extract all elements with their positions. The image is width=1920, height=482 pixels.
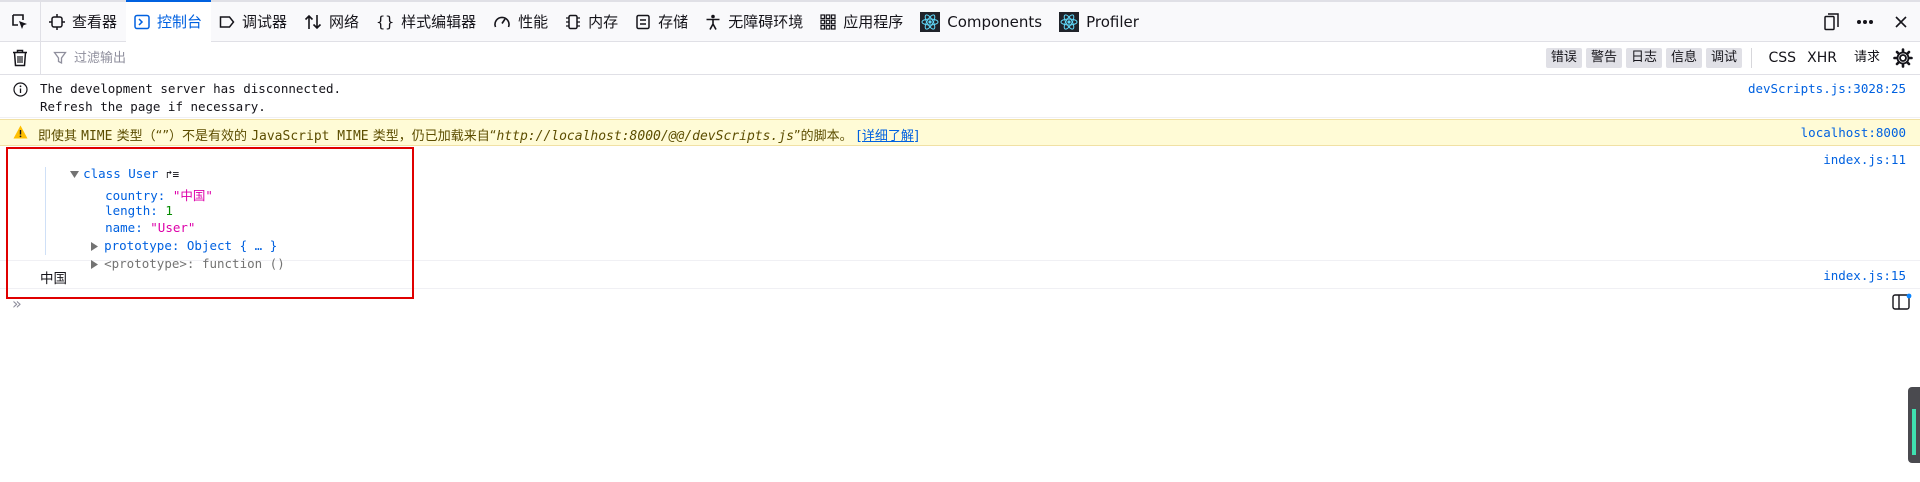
warning-icon (13, 125, 28, 139)
tab-profiler-label: Profiler (1086, 12, 1139, 31)
filter-icon (53, 51, 67, 65)
close-icon (1895, 16, 1907, 28)
tab-application[interactable]: 应用程序 (812, 2, 912, 42)
warning-js-mime-code: JavaScript MIME (251, 129, 369, 144)
tab-components-label: Components (947, 12, 1043, 31)
info-icon (13, 82, 28, 97)
filter-debug-button[interactable]: 调试 (1705, 48, 1742, 68)
console-message-info: The development server has disconnected.… (0, 77, 1920, 118)
warning-text-part4: ”的脚本。 (793, 129, 853, 144)
warning-mime-code: MIME (81, 129, 113, 144)
warning-text-part3: 类型，仍已加载来自“ (368, 129, 497, 144)
filter-info-button[interactable]: 信息 (1665, 48, 1702, 68)
element-picker-button[interactable] (0, 1, 41, 42)
tab-components[interactable]: Components (912, 2, 1051, 42)
split-editor-icon (1892, 293, 1912, 310)
react-icon (920, 11, 941, 32)
filter-xhr-button[interactable]: XHR (1807, 48, 1837, 68)
clear-console-button[interactable] (0, 42, 41, 74)
filter-errors-button[interactable]: 错误 (1545, 48, 1582, 68)
performance-icon (494, 16, 510, 27)
editor-mode-toggle-button[interactable] (1892, 293, 1912, 315)
tab-console[interactable]: 控制台 (126, 0, 212, 42)
tab-memory-label: 内存 (588, 13, 619, 31)
network-icon (304, 14, 322, 29)
ellipsis-icon (1857, 20, 1873, 24)
tab-network[interactable]: 网络 (296, 2, 368, 42)
log-source-link[interactable]: index.js:15 (1823, 268, 1906, 283)
memory-icon (566, 14, 581, 29)
log-message-text: 中国 (40, 271, 67, 287)
prop-value: "中国" (172, 188, 213, 203)
tab-storage[interactable]: 存储 (627, 2, 697, 42)
filter-output-input[interactable] (72, 49, 336, 67)
warning-url: http://localhost:8000/@@/devScripts.js (496, 129, 794, 144)
tab-memory[interactable]: 内存 (557, 2, 627, 42)
filter-divider (1751, 48, 1752, 68)
info-message-line2: Refresh the page if necessary. (40, 99, 266, 114)
filter-requests-button[interactable]: 请求 (1854, 48, 1880, 68)
toolbar-right-controls (1814, 2, 1920, 42)
tab-inspector-label: 查看器 (72, 13, 118, 31)
console-filter-bar: 错误 警告 日志 信息 调试 CSS XHR 请求 (0, 42, 1920, 75)
devtools-toolbar: 查看器 控制台 调试器 网络 {} 样式编辑器 性能 内存 存储 无障碍环境 应… (0, 0, 1920, 42)
filter-logs-button[interactable]: 日志 (1625, 48, 1662, 68)
object-source-link[interactable]: index.js:11 (1823, 152, 1906, 167)
tab-storage-label: 存储 (658, 13, 689, 31)
trash-icon (13, 49, 27, 67)
learn-more-link[interactable]: [详细了解] (857, 129, 919, 144)
tab-style-editor[interactable]: {} 样式编辑器 (368, 2, 485, 42)
storage-icon (636, 14, 650, 29)
tab-debugger-label: 调试器 (242, 13, 288, 31)
react-icon (1059, 11, 1080, 32)
console-settings-button[interactable] (1892, 47, 1914, 69)
tab-profiler[interactable]: Profiler (1051, 2, 1148, 42)
tab-application-label: 应用程序 (843, 13, 904, 31)
log-level-filters: 错误 警告 日志 信息 调试 (1542, 48, 1742, 68)
filter-css-button[interactable]: CSS (1768, 48, 1796, 68)
warning-text-prefix: 即使其 (38, 129, 82, 144)
warning-source-link[interactable]: localhost:8000 (1801, 125, 1906, 140)
tab-accessibility[interactable]: 无障碍环境 (697, 2, 812, 42)
accessibility-icon (706, 14, 720, 30)
more-options-button[interactable] (1848, 2, 1882, 42)
console-message-warning: 即使其 MIME 类型（“”）不是有效的 JavaScript MIME 类型，… (0, 119, 1920, 146)
console-input-prompt[interactable]: » (12, 294, 22, 313)
console-icon (134, 14, 150, 29)
filter-warnings-button[interactable]: 警告 (1585, 48, 1622, 68)
tab-network-label: 网络 (329, 13, 360, 31)
widget-level-bar (1912, 409, 1916, 455)
tab-debugger[interactable]: 调试器 (211, 2, 296, 42)
inspector-icon (49, 13, 65, 30)
tab-accessibility-label: 无障碍环境 (728, 13, 804, 31)
side-widget[interactable] (1908, 387, 1920, 463)
tab-performance-label: 性能 (518, 13, 549, 31)
console-message-log: 中国 index.js:15 (0, 262, 1920, 289)
console-message-object: class User ↱≡ country: "中国" length: 1 na… (0, 147, 1920, 271)
dock-toggle-button[interactable] (1814, 2, 1848, 42)
application-icon (820, 13, 836, 30)
tab-performance[interactable]: 性能 (485, 2, 557, 42)
dock-side-icon (1824, 13, 1839, 31)
gear-icon (1893, 48, 1913, 68)
tree-guide-line (45, 167, 46, 255)
message-source-link[interactable]: devScripts.js:3028:25 (1748, 81, 1906, 96)
debugger-icon (219, 15, 235, 28)
tab-style-editor-label: 样式编辑器 (401, 13, 477, 31)
picker-icon (12, 13, 27, 29)
warning-text-part2: 类型（“”）不是有效的 (112, 129, 252, 144)
warning-message-text: 即使其 MIME 类型（“”）不是有效的 JavaScript MIME 类型，… (38, 125, 919, 144)
close-devtools-button[interactable] (1882, 2, 1920, 42)
style-editor-icon: {} (376, 12, 395, 31)
filter-output-field[interactable] (53, 49, 353, 67)
tab-inspector[interactable]: 查看器 (41, 2, 126, 42)
tab-console-label: 控制台 (157, 13, 203, 31)
info-message-line1: The development server has disconnected. (40, 81, 342, 96)
